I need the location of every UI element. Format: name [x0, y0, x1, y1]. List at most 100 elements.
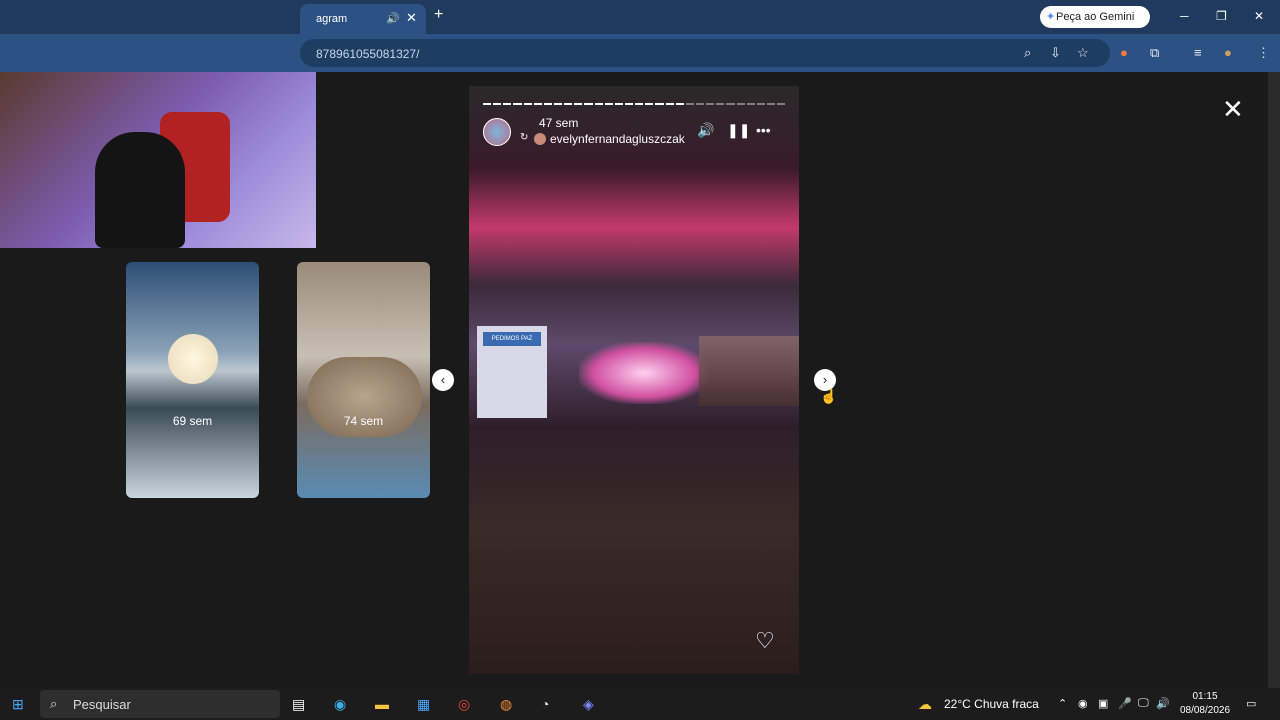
weather-icon: ☁	[918, 696, 932, 712]
progress-segment	[756, 103, 765, 105]
progress-segment	[736, 103, 745, 105]
tray-chevron-icon[interactable]: ⌃	[1058, 697, 1067, 710]
viewer-close-button[interactable]: ✕	[1222, 94, 1244, 125]
chrome-icon[interactable]: ◎	[458, 696, 470, 713]
progress-segment	[685, 103, 694, 105]
story-progress-bar	[483, 103, 786, 105]
profile-avatar[interactable]: ●	[1224, 45, 1232, 60]
progress-segment	[675, 103, 684, 105]
like-heart-icon[interactable]: ♡	[755, 628, 775, 654]
restore-button[interactable]: ❐	[1216, 9, 1227, 23]
streamer-image	[95, 132, 185, 248]
story-thumbnail-1[interactable]: 69 sem	[126, 262, 259, 498]
booth-image: PEDIMOS PAZ	[477, 326, 547, 418]
pause-icon[interactable]: ❚❚	[727, 122, 750, 139]
zoom-icon[interactable]: ⌕	[1024, 45, 1031, 61]
search-placeholder: Pesquisar	[73, 697, 131, 712]
tab-close-button[interactable]: ✕	[406, 10, 417, 26]
pointer-cursor-icon: ☝	[820, 388, 838, 404]
clock-date: 08/08/2026	[1179, 705, 1231, 716]
volume-icon[interactable]: 🔊	[697, 122, 714, 139]
browser-tab-strip: agram 🔊 ✕ + ✦ Peça ao Gemini ─ ❐ ✕	[0, 0, 1280, 34]
progress-segment	[706, 103, 715, 105]
progress-segment	[614, 103, 623, 105]
install-icon[interactable]: ⇩	[1050, 45, 1061, 61]
taskbar-clock[interactable]: 01:15 08/08/2026	[1178, 690, 1232, 718]
story-username[interactable]: evelynfernandagluszczak	[550, 132, 685, 146]
gemini-star-icon: ✦	[1046, 11, 1056, 23]
task-view-icon[interactable]: ▤	[292, 696, 305, 713]
url-text: 878961055081327/	[316, 47, 420, 61]
tray-network-icon[interactable]: 🖵	[1138, 697, 1149, 710]
tray-record-icon[interactable]: ◉	[1078, 697, 1088, 710]
search-icon: ⌕	[50, 696, 58, 711]
story-viewer: ✕ 69 sem 74 sem ‹ 47 sem ↻ evelynfernand…	[0, 72, 1268, 688]
story-thumbnail-2[interactable]: 74 sem	[297, 262, 430, 498]
gemini-label: Peça ao Gemini	[1056, 11, 1135, 23]
app-spiral-icon[interactable]: ◍	[500, 696, 512, 713]
windows-start-icon[interactable]: ⊞	[12, 696, 24, 713]
bookmark-star-icon[interactable]: ☆	[1077, 45, 1089, 61]
progress-segment	[716, 103, 725, 105]
notification-icon[interactable]: ▭	[1246, 697, 1256, 710]
progress-segment	[635, 103, 644, 105]
sun-image	[168, 334, 218, 384]
progress-segment	[503, 103, 512, 105]
clock-time: 01:15	[1192, 691, 1218, 702]
progress-segment	[594, 103, 603, 105]
minimize-button[interactable]: ─	[1180, 9, 1189, 23]
progress-segment	[655, 103, 664, 105]
progress-segment	[695, 103, 705, 105]
story-frame[interactable]: 47 sem ↻ evelynfernandagluszczak 🔊 ❚❚ ••…	[469, 86, 799, 674]
progress-segment	[665, 103, 674, 105]
edge-icon[interactable]: ◉	[334, 696, 346, 713]
progress-segment	[523, 103, 532, 105]
progress-segment	[624, 103, 634, 105]
window-close-button[interactable]: ✕	[1254, 9, 1264, 23]
app-clock-icon[interactable]: ◔	[541, 696, 549, 712]
gemini-button[interactable]: ✦ Peça ao Gemini	[1040, 6, 1150, 28]
tray-device-icon[interactable]: ▣	[1098, 697, 1108, 710]
extensions-puzzle-icon[interactable]: ⧉	[1150, 45, 1159, 61]
progress-segment	[645, 103, 654, 105]
taskbar-search-field[interactable]: ⌕ Pesquisar	[40, 690, 280, 718]
discord-icon[interactable]: ◈	[583, 696, 594, 713]
new-tab-button[interactable]: +	[434, 6, 443, 24]
progress-segment	[493, 103, 502, 105]
story-owner-avatar[interactable]	[483, 118, 511, 146]
progress-segment	[746, 103, 755, 105]
progress-segment	[777, 103, 786, 105]
page-scrollbar[interactable]	[1268, 72, 1280, 688]
progress-segment	[604, 103, 613, 105]
progress-segment	[726, 103, 735, 105]
reposted-user-avatar	[534, 133, 546, 145]
store-icon[interactable]: ▦	[417, 696, 430, 713]
weather-text[interactable]: 22°C Chuva fraca	[944, 697, 1039, 711]
address-bar-row: 878961055081327/ ⌕ ⇩ ☆ ● ⧉ ≡ ● ⋮	[0, 34, 1280, 72]
tray-mic-icon[interactable]: 🎤	[1118, 697, 1132, 710]
progress-segment	[553, 103, 563, 105]
url-field[interactable]: 878961055081327/	[300, 39, 1110, 67]
dancers-image	[579, 342, 709, 404]
webcam-overlay	[0, 72, 316, 248]
menu-kebab-icon[interactable]: ⋮	[1257, 45, 1270, 61]
progress-segment	[513, 103, 522, 105]
media-control-icon[interactable]: ≡	[1194, 45, 1202, 60]
repost-icon: ↻	[520, 132, 529, 143]
more-options-icon[interactable]: •••	[756, 122, 771, 138]
progress-segment	[766, 103, 776, 105]
browser-tab[interactable]: agram 🔊 ✕	[300, 4, 426, 34]
previous-story-button[interactable]: ‹	[432, 369, 454, 391]
thumbnail-age-label: 74 sem	[343, 414, 384, 428]
file-explorer-icon[interactable]: ▬	[375, 696, 389, 712]
crowd-image	[699, 336, 799, 406]
thumbnail-age-label: 69 sem	[172, 414, 213, 428]
progress-segment	[584, 103, 593, 105]
speaker-icon[interactable]: 🔊	[386, 12, 400, 25]
tray-volume-icon[interactable]: 🔊	[1156, 697, 1170, 710]
booth-sign: PEDIMOS PAZ	[483, 332, 541, 346]
taskbar: ⊞ ⌕ Pesquisar ▤ ◉ ▬ ▦ ◎ ◍ ◔ ◈ ☁ 22°C Chu…	[0, 688, 1280, 720]
progress-segment	[564, 103, 573, 105]
extension-icon[interactable]: ●	[1120, 45, 1128, 60]
progress-segment	[533, 103, 542, 105]
